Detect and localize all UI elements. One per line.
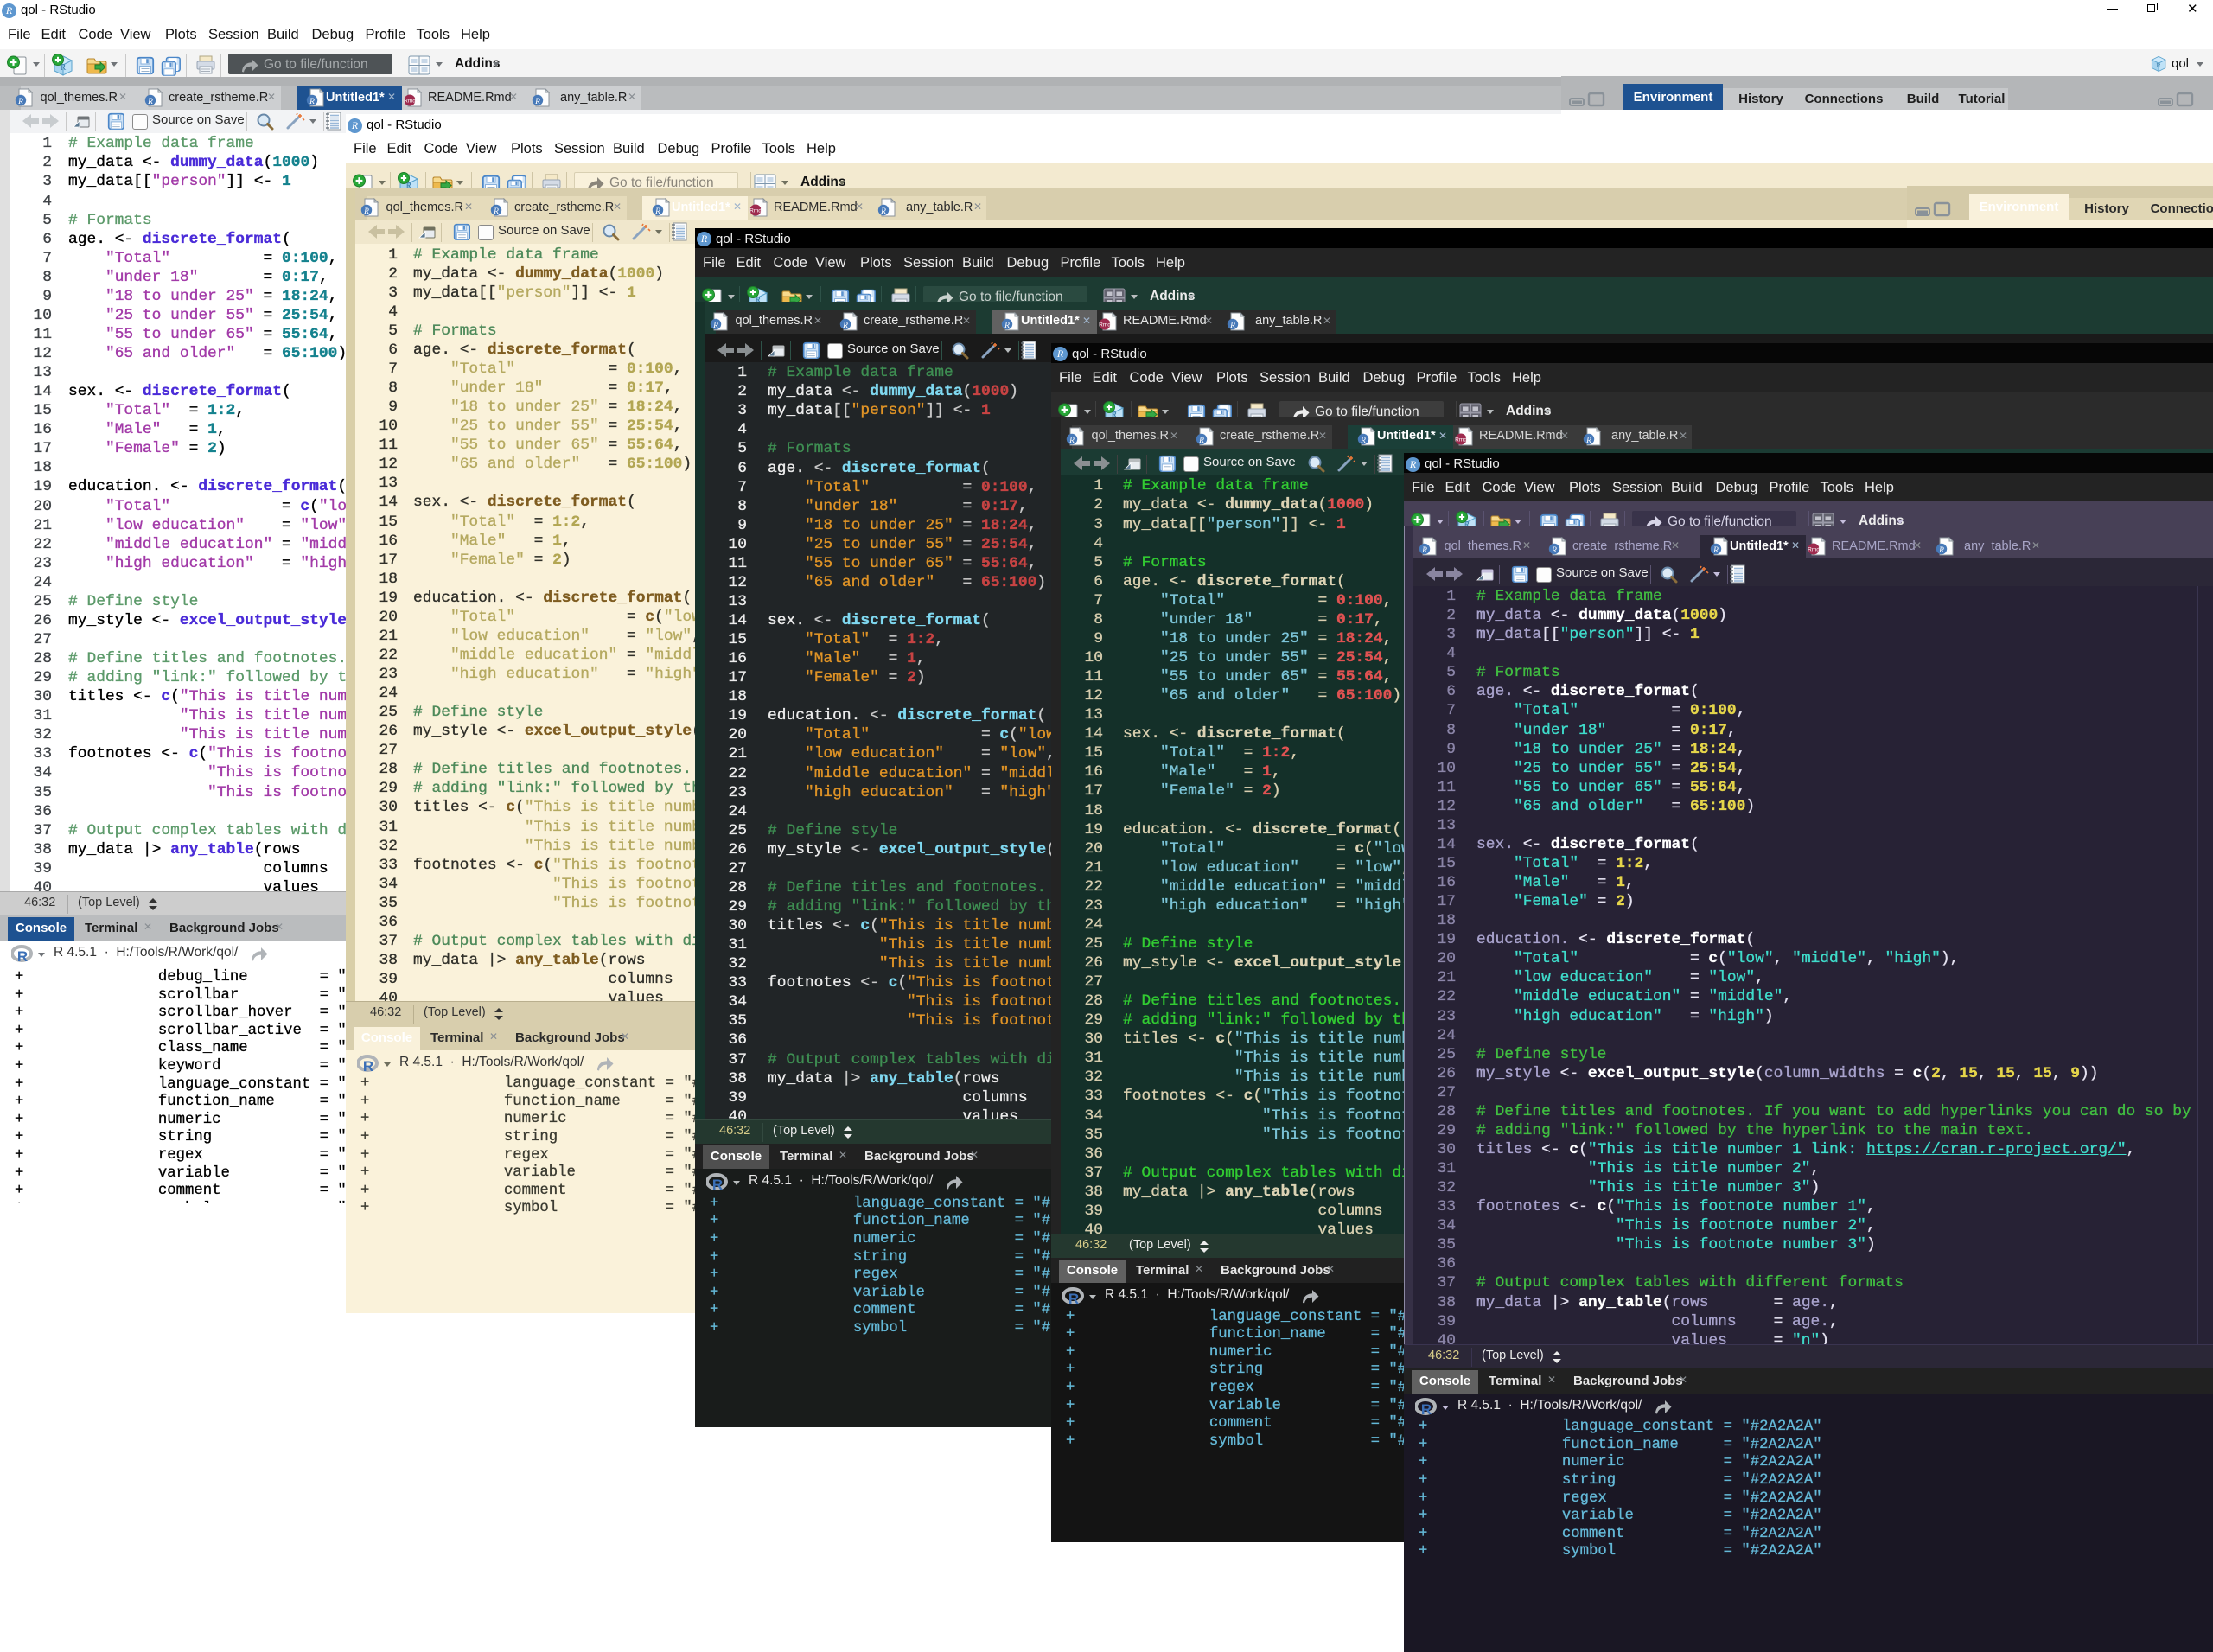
svg-text:R: R [712,1177,723,1192]
svg-text:R: R [1712,546,1719,555]
svg-text:R: R [842,322,848,330]
svg-text:R: R [363,207,369,216]
svg-text:R: R [309,98,315,106]
svg-text:R: R [1551,546,1557,555]
svg-text:Rmd: Rmd [1099,322,1111,328]
svg-text:R: R [1198,437,1204,445]
svg-text:Rmd: Rmd [1455,437,1467,443]
svg-text:R: R [2157,61,2162,69]
svg-text:R: R [1585,437,1591,445]
svg-text:R: R [1421,546,1427,555]
svg-text:Rmd: Rmd [749,208,762,214]
svg-text:R: R [147,98,153,106]
svg-text:R: R [363,1058,373,1074]
svg-text:Rmd: Rmd [404,99,416,105]
svg-text:Rmd: Rmd [1808,547,1820,553]
svg-text:R: R [654,207,660,216]
svg-text:R: R [712,322,718,330]
svg-text:R: R [493,207,499,216]
svg-text:R: R [1068,437,1075,445]
svg-text:R: R [880,207,886,216]
svg-text:R: R [1004,322,1010,330]
svg-text:R: R [1229,322,1235,330]
svg-text:R: R [17,948,28,964]
svg-text:R: R [1421,1401,1432,1417]
svg-text:R: R [1938,546,1944,555]
svg-text:R: R [17,98,23,106]
svg-text:R: R [1360,437,1366,445]
svg-text:R: R [1068,1291,1079,1306]
svg-text:R: R [534,98,540,106]
